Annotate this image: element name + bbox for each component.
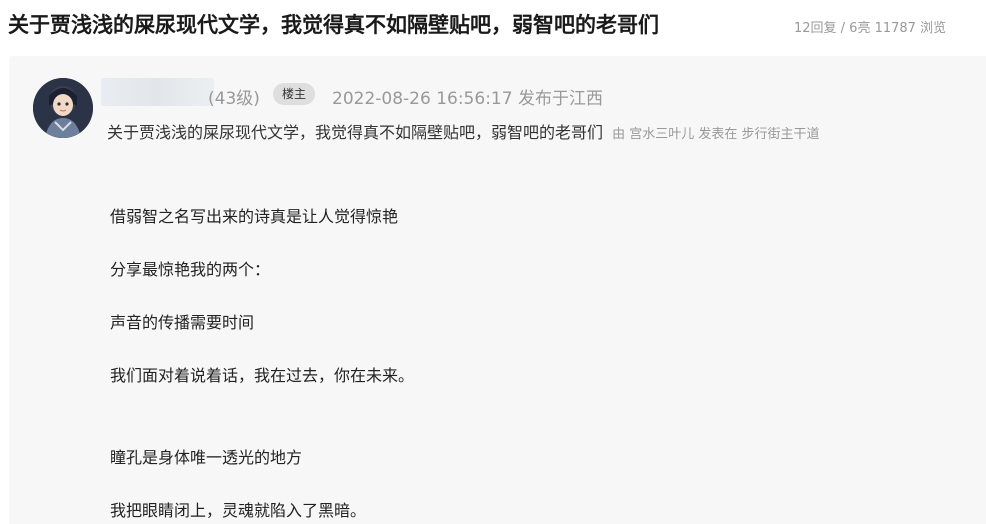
quote-source[interactable]: 由 宫水三叶儿 发表在 步行街主干道	[612, 127, 819, 142]
avatar[interactable]	[33, 78, 93, 138]
topic-title: 关于贾浅浅的屎尿现代文学，我觉得真不如隔壁贴吧，弱智吧的老哥们	[8, 13, 659, 37]
post-meta: 2022-08-26 16:56:17 发布于江西	[332, 89, 603, 109]
body-paragraph: 我们面对着说着话，我在过去，你在未来。	[110, 366, 415, 385]
quote-title[interactable]: 关于贾浅浅的屎尿现代文学，我觉得真不如隔壁贴吧，弱智吧的老哥们	[107, 123, 603, 142]
topic-stats: 12回复 / 6亮 11787 浏览	[794, 21, 947, 36]
topic-header: 关于贾浅浅的屎尿现代文学，我觉得真不如隔壁贴吧，弱智吧的老哥们 12回复 / 6…	[8, 0, 986, 52]
body-paragraph: 瞳孔是身体唯一透光的地方	[110, 448, 303, 467]
body-paragraph: 分享最惊艳我的两个：	[110, 260, 271, 279]
user-level: (43级)	[208, 89, 260, 109]
quote-line: 关于贾浅浅的屎尿现代文学，我觉得真不如隔壁贴吧，弱智吧的老哥们 由 宫水三叶儿 …	[107, 119, 820, 143]
body-paragraph: 我把眼睛闭上，灵魂就陷入了黑暗。	[110, 501, 367, 520]
op-badge: 楼主	[273, 83, 316, 105]
body-paragraph: 借弱智之名写出来的诗真是让人觉得惊艳	[110, 207, 399, 226]
body-paragraph: 声音的传播需要时间	[110, 313, 255, 332]
main-post: (43级) 楼主 2022-08-26 16:56:17 发布于江西 关于贾浅浅…	[9, 56, 986, 524]
username-redacted[interactable]	[101, 78, 214, 106]
avatar-image	[33, 78, 93, 138]
